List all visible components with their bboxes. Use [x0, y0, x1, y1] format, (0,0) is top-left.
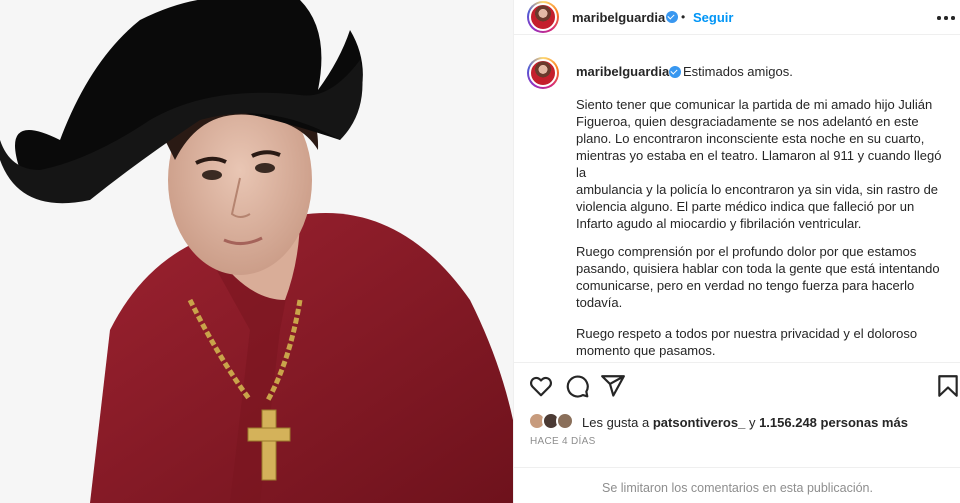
- likes-summary: Les gusta a patsontiveros_ y 1.156.248 p…: [582, 415, 908, 430]
- post-photo: [0, 0, 513, 503]
- follow-button[interactable]: Seguir: [693, 10, 733, 25]
- author-username[interactable]: maribelguardia: [572, 10, 665, 25]
- post-side-panel: maribelguardia • Seguir maribelguardia E…: [513, 0, 960, 503]
- heart-outline-icon[interactable]: [528, 373, 554, 399]
- post-caption: maribelguardia Estimados amigos. Siento …: [514, 50, 960, 360]
- separator-dot: •: [681, 10, 686, 24]
- post-timestamp[interactable]: HACE 4 DÍAS: [530, 436, 596, 447]
- author-avatar[interactable]: [527, 1, 559, 33]
- liker-avatar[interactable]: [556, 412, 574, 430]
- post-header: maribelguardia • Seguir: [514, 0, 960, 35]
- caption-paragraph: Ruego respeto a todos por nuestra privac…: [576, 326, 918, 358]
- speech-bubble-icon[interactable]: [564, 373, 590, 399]
- caption-paragraph: Ruego comprensión por el profundo dolor …: [576, 244, 940, 310]
- caption-author-avatar[interactable]: [527, 57, 559, 89]
- likes-prefix: Les gusta a: [582, 415, 650, 430]
- verified-badge-icon: [669, 66, 681, 78]
- likes-and: y: [748, 415, 756, 430]
- action-bar: [514, 362, 960, 406]
- paper-plane-icon[interactable]: [600, 373, 626, 399]
- liker-username[interactable]: patsontiveros_: [653, 415, 745, 430]
- caption-username[interactable]: maribelguardia: [576, 64, 669, 79]
- post-image-illustration: [0, 0, 513, 503]
- bookmark-icon[interactable]: [935, 373, 960, 399]
- comments-limited-notice: Se limitaron los comentarios en esta pub…: [602, 481, 873, 495]
- caption-greeting: Estimados amigos.: [683, 64, 793, 79]
- comments-footer: Se limitaron los comentarios en esta pub…: [514, 467, 960, 503]
- likes-count[interactable]: 1.156.248 personas más: [759, 415, 908, 430]
- caption-paragraph: Siento tener que comunicar la partida de…: [576, 97, 942, 231]
- more-options-icon[interactable]: [934, 7, 958, 27]
- likes-row: Les gusta a patsontiveros_ y 1.156.248 p…: [514, 410, 960, 432]
- verified-badge-icon: [666, 11, 678, 23]
